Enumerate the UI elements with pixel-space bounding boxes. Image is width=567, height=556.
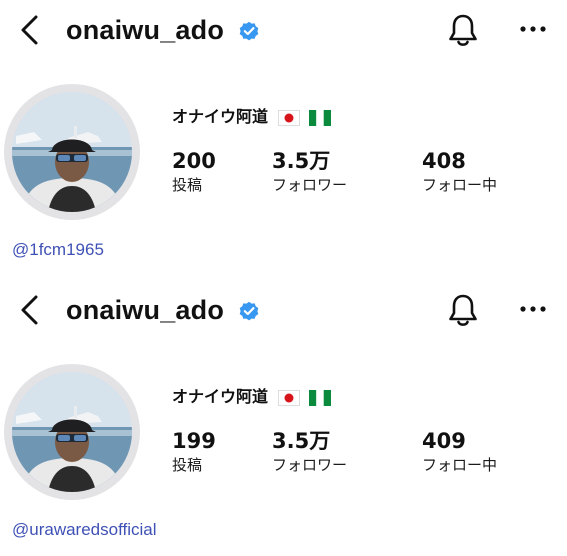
back-chevron-icon[interactable] (16, 294, 44, 326)
japan-flag-icon (277, 109, 300, 126)
stat-posts[interactable]: 200 投稿 (172, 148, 216, 196)
stat-following[interactable]: 409 フォロー中 (422, 428, 497, 476)
avatar-photo (12, 92, 132, 212)
more-icon[interactable] (518, 302, 548, 316)
stat-posts[interactable]: 199 投稿 (172, 428, 216, 476)
followers-count: 3.5万 (272, 149, 331, 173)
display-name: オナイウ阿道 (172, 106, 332, 128)
avatar[interactable] (12, 372, 132, 492)
following-label: フォロー中 (422, 176, 498, 194)
display-name: オナイウ阿道 (172, 386, 332, 408)
more-icon[interactable] (518, 22, 548, 36)
posts-label: 投稿 (172, 456, 203, 474)
profile-panel-2: onaiwu_ado オナイウ阿道 199 投稿 3.5万 フォロワー 409 … (0, 280, 567, 556)
profile-panel-1: onaiwu_ado オナイウ阿道 200 投稿 3.5万 フォロワー 408 … (0, 0, 567, 276)
nigeria-flag-icon (309, 109, 332, 126)
back-chevron-icon[interactable] (16, 14, 44, 46)
display-name-text: オナイウ阿道 (172, 107, 269, 126)
display-name-text: オナイウ阿道 (172, 387, 269, 406)
following-count: 408 (422, 149, 466, 173)
stat-following[interactable]: 408 フォロー中 (422, 148, 497, 196)
nigeria-flag-icon (309, 389, 332, 406)
bell-icon[interactable] (446, 293, 480, 329)
posts-count: 199 (172, 429, 216, 453)
verified-badge-icon (239, 21, 259, 41)
username: onaiwu_ado (66, 295, 225, 325)
stat-followers[interactable]: 3.5万 フォロワー (272, 428, 347, 476)
posts-count: 200 (172, 149, 216, 173)
japan-flag-icon (277, 389, 300, 406)
following-label: フォロー中 (422, 456, 498, 474)
bio-mention-link[interactable]: @urawaredsofficial (12, 520, 157, 540)
avatar-photo (12, 372, 132, 492)
stat-followers[interactable]: 3.5万 フォロワー (272, 148, 347, 196)
username: onaiwu_ado (66, 15, 225, 45)
avatar[interactable] (12, 92, 132, 212)
bio-mention-link[interactable]: @1fcm1965 (12, 240, 104, 260)
posts-label: 投稿 (172, 176, 203, 194)
bell-icon[interactable] (446, 13, 480, 49)
following-count: 409 (422, 429, 466, 453)
followers-count: 3.5万 (272, 429, 331, 453)
verified-badge-icon (239, 301, 259, 321)
followers-label: フォロワー (272, 176, 348, 194)
followers-label: フォロワー (272, 456, 348, 474)
